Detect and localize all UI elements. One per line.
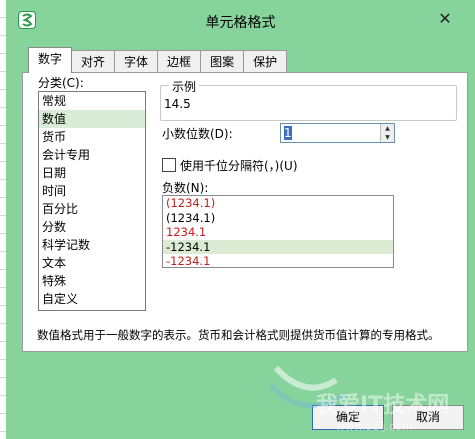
sample-value: 14.5 (164, 97, 191, 111)
negative-numbers-list[interactable]: (1234.1) (1234.1) 1234.1 -1234.1 -1234.1 (162, 195, 394, 268)
thousands-separator-label[interactable]: 使用千位分隔符(，)(U) (180, 157, 298, 174)
decimal-places-stepper[interactable]: ▲ ▼ (280, 123, 395, 143)
tab-bar: 数字 对齐 字体 边框 图案 保护 (28, 47, 288, 73)
cancel-button[interactable]: 取消 (392, 405, 464, 430)
category-item[interactable]: 货币 (39, 128, 145, 146)
decimal-places-label: 小数位数(D): (162, 127, 233, 141)
dialog-title: 单元格格式 (205, 15, 276, 31)
ok-button[interactable]: 确定 (312, 405, 384, 430)
tab-protection[interactable]: 保护 (243, 50, 288, 73)
category-item[interactable]: 文本 (39, 254, 145, 272)
negative-item[interactable]: 1234.1 (163, 225, 393, 240)
category-item[interactable]: 日期 (39, 164, 145, 182)
category-item[interactable]: 分数 (39, 218, 145, 236)
category-item[interactable]: 科学记数 (39, 236, 145, 254)
category-item[interactable]: 时间 (39, 182, 145, 200)
sample-legend: 示例 (169, 78, 200, 95)
tab-font[interactable]: 字体 (114, 50, 159, 73)
tab-pattern[interactable]: 图案 (200, 50, 245, 73)
decimal-places-input[interactable] (284, 125, 374, 140)
negative-item[interactable]: -1234.1 (163, 254, 393, 269)
dialog-titlebar: 单元格格式 ✕ (6, 0, 475, 39)
tab-alignment[interactable]: 对齐 (71, 50, 116, 73)
category-item[interactable]: 特殊 (39, 272, 145, 290)
negative-numbers-label: 负数(N): (162, 181, 209, 195)
chevron-down-icon[interactable]: ▼ (381, 133, 394, 142)
category-label: 分类(C): (38, 76, 84, 90)
stepper-buttons: ▲ ▼ (380, 124, 394, 142)
category-item[interactable]: 常规 (39, 92, 145, 110)
number-tab-panel: 分类(C): 常规 数值 货币 会计专用 日期 时间 百分比 分数 科学记数 文… (22, 72, 468, 352)
category-item-selected[interactable]: 数值 (39, 110, 145, 128)
category-item[interactable]: 会计专用 (39, 146, 145, 164)
category-item[interactable]: 百分比 (39, 200, 145, 218)
tab-border[interactable]: 边框 (157, 50, 202, 73)
format-cells-dialog: 单元格格式 ✕ 数字 对齐 字体 边框 图案 保护 分类(C): 常规 数值 货… (6, 0, 475, 439)
tab-number[interactable]: 数字 (28, 47, 73, 73)
negative-item[interactable]: (1234.1) (163, 211, 393, 226)
sample-group: 示例 14.5 (160, 78, 457, 121)
negative-item[interactable]: (1234.1) (163, 196, 393, 211)
category-list[interactable]: 常规 数值 货币 会计专用 日期 时间 百分比 分数 科学记数 文本 特殊 自定… (38, 91, 146, 311)
format-description: 数值格式用于一般数字的表示。货币和会计格式则提供货币值计算的专用格式。 (37, 328, 440, 342)
category-item[interactable]: 自定义 (39, 290, 145, 308)
chevron-up-icon[interactable]: ▲ (381, 124, 394, 133)
thousands-separator-checkbox[interactable] (162, 158, 176, 172)
negative-item-selected[interactable]: -1234.1 (163, 239, 393, 254)
close-icon[interactable]: ✕ (436, 10, 454, 28)
